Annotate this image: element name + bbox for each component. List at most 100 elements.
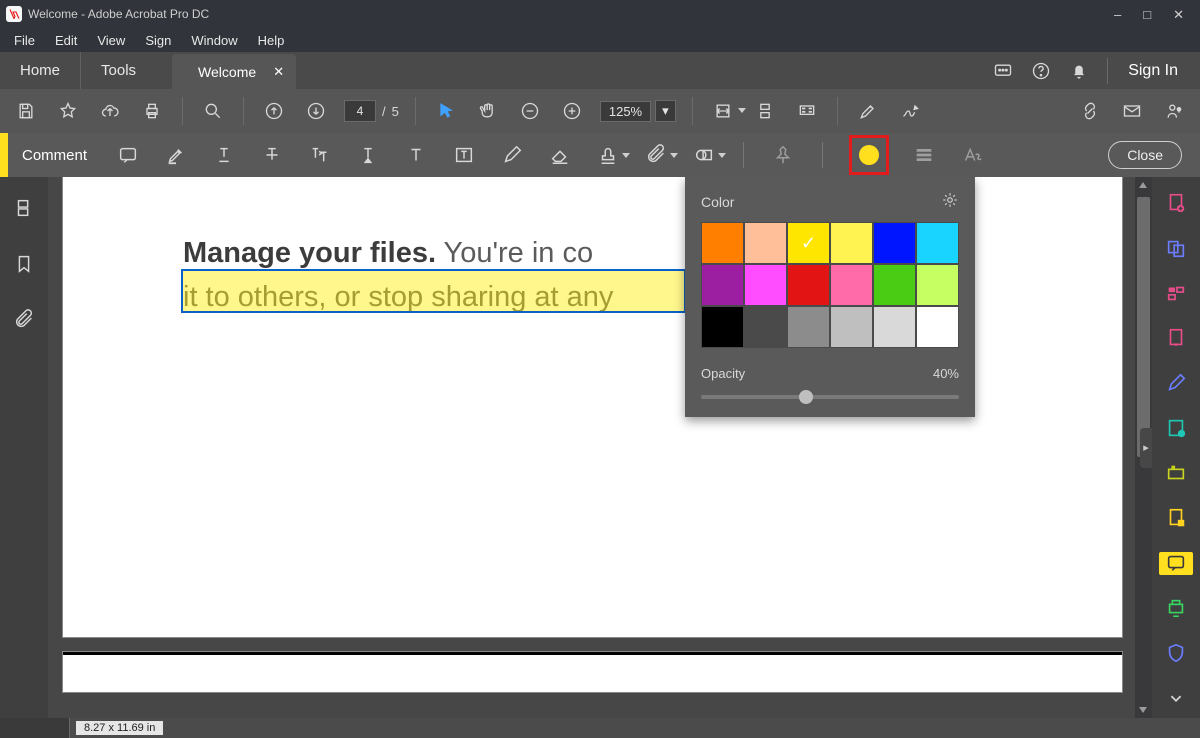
document-area[interactable]: Manage your files. You're in control — r…: [48, 177, 1152, 718]
share-icon[interactable]: [1160, 97, 1188, 125]
color-swatch[interactable]: [744, 264, 787, 306]
zoom-in-icon[interactable]: [558, 97, 586, 125]
print-production-icon[interactable]: [1159, 597, 1193, 620]
add-text-icon[interactable]: [403, 142, 429, 168]
window-close-button[interactable]: ✕: [1173, 8, 1184, 21]
bookmarks-icon[interactable]: [7, 247, 41, 281]
nav-tools[interactable]: Tools: [81, 52, 156, 89]
tab-welcome[interactable]: Welcome ✕: [172, 54, 296, 89]
color-swatch[interactable]: [830, 264, 873, 306]
tab-close-button[interactable]: ✕: [273, 64, 284, 80]
text-box-icon[interactable]: [451, 142, 477, 168]
prev-page-icon[interactable]: [260, 97, 288, 125]
fit-width-icon[interactable]: [709, 97, 737, 125]
line-weight-icon[interactable]: [911, 142, 937, 168]
color-swatch[interactable]: [873, 264, 916, 306]
send-for-review-icon[interactable]: [1159, 416, 1193, 439]
pencil-draw-icon[interactable]: [499, 142, 525, 168]
attachments-panel-icon[interactable]: [7, 303, 41, 337]
strikethrough-icon[interactable]: [259, 142, 285, 168]
color-swatch[interactable]: [744, 306, 787, 348]
email-icon[interactable]: [1118, 97, 1146, 125]
menu-file[interactable]: File: [4, 28, 45, 52]
color-swatch[interactable]: [830, 222, 873, 264]
color-swatch[interactable]: [787, 306, 830, 348]
nav-home[interactable]: Home: [0, 52, 81, 89]
opacity-slider[interactable]: [701, 395, 959, 399]
read-mode-icon[interactable]: [793, 97, 821, 125]
menu-help[interactable]: Help: [248, 28, 295, 52]
right-collapse-handle[interactable]: ▸: [1140, 428, 1152, 468]
opacity-label: Opacity: [701, 366, 745, 381]
status-handle[interactable]: [0, 718, 70, 738]
pointer-icon[interactable]: [432, 97, 460, 125]
scroll-mode-icon[interactable]: [751, 97, 779, 125]
menu-window[interactable]: Window: [181, 28, 247, 52]
scroll-thumb[interactable]: [1137, 197, 1150, 457]
window-maximize-button[interactable]: □: [1143, 8, 1151, 21]
opacity-slider-knob[interactable]: [799, 390, 813, 404]
close-comment-button[interactable]: Close: [1108, 141, 1182, 169]
color-swatch[interactable]: [916, 306, 959, 348]
print-icon[interactable]: [138, 97, 166, 125]
sticky-note-icon[interactable]: [115, 142, 141, 168]
edit-pdf-icon[interactable]: [1159, 371, 1193, 394]
link-icon[interactable]: [1076, 97, 1104, 125]
help-icon[interactable]: [1031, 61, 1051, 81]
color-swatch[interactable]: [873, 222, 916, 264]
color-swatch[interactable]: [701, 306, 744, 348]
insert-text-icon[interactable]: [355, 142, 381, 168]
create-pdf-icon[interactable]: [1159, 191, 1193, 214]
color-swatch[interactable]: [701, 264, 744, 306]
pin-icon[interactable]: [770, 142, 796, 168]
next-page-icon[interactable]: [302, 97, 330, 125]
menu-sign[interactable]: Sign: [135, 28, 181, 52]
organize-icon[interactable]: [1159, 281, 1193, 304]
gear-icon[interactable]: [941, 191, 959, 212]
color-swatch[interactable]: [916, 264, 959, 306]
more-tools-icon[interactable]: [1159, 461, 1193, 484]
fill-sign-icon[interactable]: [1159, 507, 1193, 530]
chevron-down-icon[interactable]: [1159, 687, 1193, 710]
menu-view[interactable]: View: [87, 28, 135, 52]
color-swatch[interactable]: [830, 306, 873, 348]
stamp-icon[interactable]: [595, 142, 621, 168]
color-swatch[interactable]: [787, 264, 830, 306]
combine-files-icon[interactable]: [1159, 236, 1193, 259]
messages-icon[interactable]: [993, 61, 1013, 81]
color-swatch[interactable]: ✓: [787, 222, 830, 264]
highlight-marker-icon[interactable]: [163, 142, 189, 168]
comment-panel-icon[interactable]: [1159, 552, 1193, 575]
underline-text-icon[interactable]: [211, 142, 237, 168]
protect-icon[interactable]: [1159, 642, 1193, 665]
color-swatch[interactable]: [873, 306, 916, 348]
notifications-icon[interactable]: [1069, 61, 1089, 81]
star-icon[interactable]: [54, 97, 82, 125]
zoom-dropdown[interactable]: ▾: [655, 100, 676, 122]
zoom-out-icon[interactable]: [516, 97, 544, 125]
search-icon[interactable]: [199, 97, 227, 125]
left-sidebar: ◂: [0, 177, 48, 718]
page-number-input[interactable]: [344, 100, 376, 122]
drawing-tools-icon[interactable]: [691, 142, 717, 168]
eraser-icon[interactable]: [547, 142, 573, 168]
save-icon[interactable]: [12, 97, 40, 125]
export-pdf-icon[interactable]: [1159, 326, 1193, 349]
hand-icon[interactable]: [474, 97, 502, 125]
color-swatch[interactable]: [916, 222, 959, 264]
highlight-selection[interactable]: [181, 269, 686, 313]
sign-icon[interactable]: [896, 97, 924, 125]
replace-text-icon[interactable]: [307, 142, 333, 168]
zoom-value[interactable]: 125%: [600, 101, 651, 122]
edit-icon[interactable]: [854, 97, 882, 125]
color-swatch[interactable]: [744, 222, 787, 264]
attachment-icon[interactable]: [643, 142, 669, 168]
text-style-icon[interactable]: [959, 142, 985, 168]
thumbnails-icon[interactable]: [7, 191, 41, 225]
color-swatch[interactable]: [701, 222, 744, 264]
cloud-upload-icon[interactable]: [96, 97, 124, 125]
sign-in-button[interactable]: Sign In: [1126, 62, 1180, 80]
window-minimize-button[interactable]: –: [1114, 8, 1121, 21]
menu-edit[interactable]: Edit: [45, 28, 87, 52]
color-picker-button[interactable]: [849, 135, 889, 175]
